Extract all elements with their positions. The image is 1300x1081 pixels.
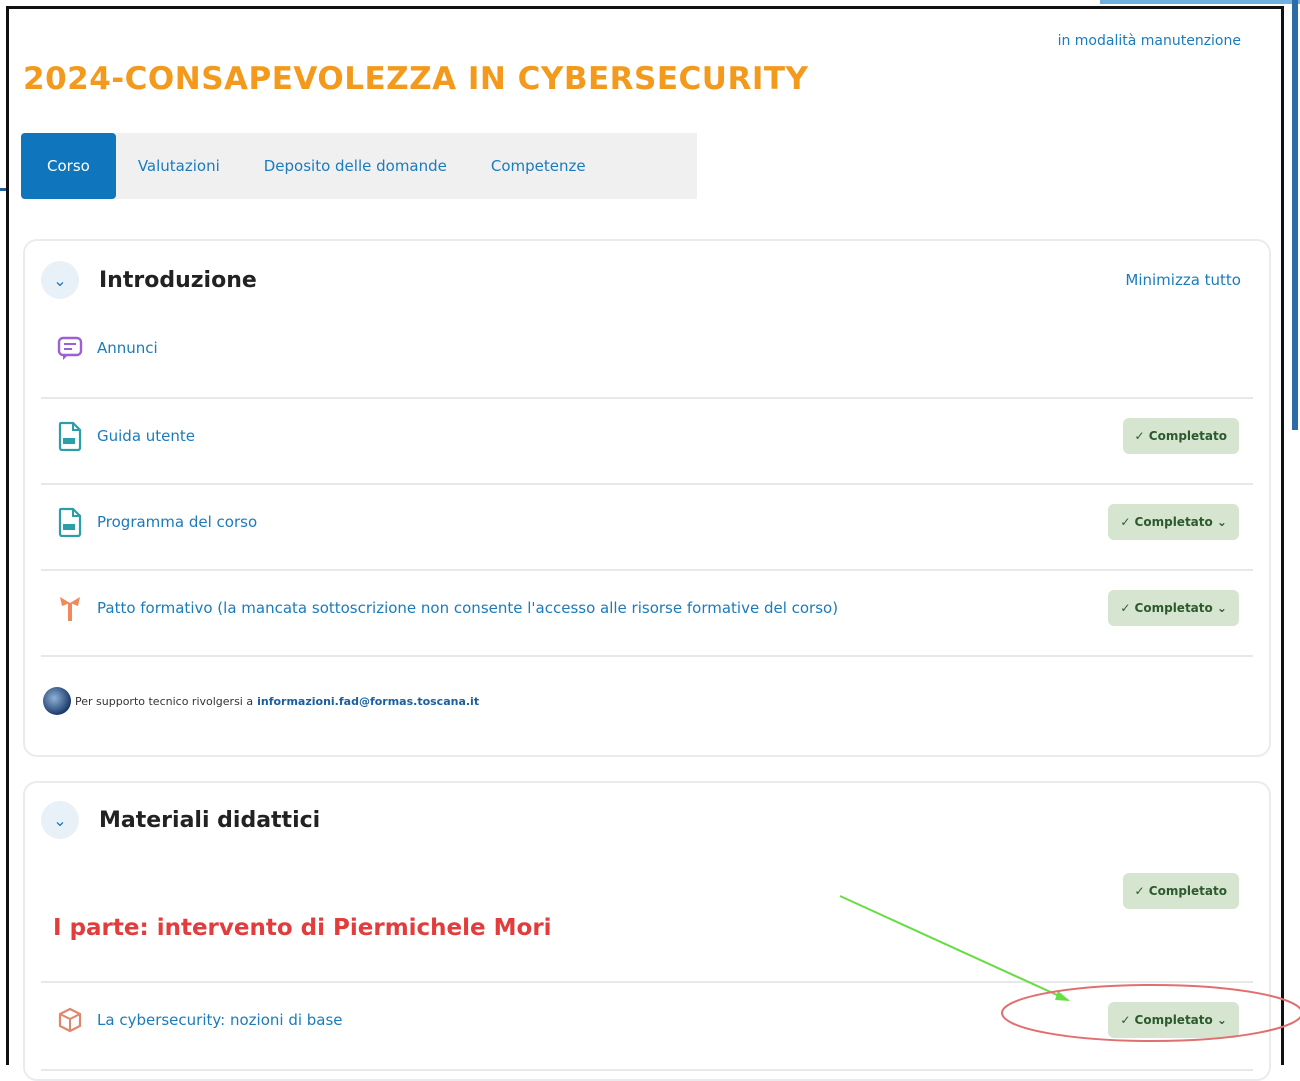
page-title: 2024-CONSAPEVOLEZZA IN CYBERSECURITY (23, 61, 809, 97)
window-edge-decoration (1292, 0, 1298, 430)
completion-dropdown[interactable]: ✓ Completato ⌄ (1108, 1002, 1239, 1038)
chevron-down-icon[interactable]: ⌄ (41, 261, 79, 299)
section-header: ⌄ Introduzione (41, 261, 257, 299)
activity-link[interactable]: Guida utente (97, 427, 195, 445)
tab-competencies[interactable]: Competenze (469, 133, 608, 199)
pdf-file-icon (55, 507, 85, 537)
window-edge-decoration (1100, 0, 1300, 4)
activity-row: Guida utente (41, 421, 1253, 451)
completion-dropdown[interactable]: ✓ Completato ⌄ (1108, 504, 1239, 540)
activity-link[interactable]: Patto formativo (la mancata sottoscrizio… (97, 599, 838, 617)
activity-row: Annunci (41, 333, 1253, 363)
activity-row: Patto formativo (la mancata sottoscrizio… (41, 593, 1253, 623)
divider (41, 397, 1253, 399)
divider (41, 483, 1253, 485)
activity-link[interactable]: Annunci (97, 339, 158, 357)
divider (41, 655, 1253, 657)
completion-dropdown[interactable]: ✓ Completato ⌄ (1108, 590, 1239, 626)
support-email-link[interactable]: informazioni.fad@formas.toscana.it (257, 695, 479, 708)
pdf-file-icon (55, 421, 85, 451)
globe-icon (43, 687, 71, 715)
support-note: Per supporto tecnico rivolgersi a inform… (43, 687, 479, 715)
package-icon (55, 1005, 85, 1035)
activity-row: Programma del corso (41, 507, 1253, 537)
feedback-icon (55, 593, 85, 623)
section-introduzione: ⌄ Introduzione Minimizza tutto Annunci G… (23, 239, 1271, 757)
tab-course[interactable]: Corso (21, 133, 116, 199)
tab-grades[interactable]: Valutazioni (116, 133, 242, 199)
activity-row: La cybersecurity: nozioni di base (41, 1005, 1253, 1035)
course-tabs: Corso Valutazioni Deposito delle domande… (21, 133, 697, 199)
completion-badge[interactable]: ✓ Completato (1122, 418, 1239, 454)
completion-badge[interactable]: ✓ Completato (1122, 873, 1239, 909)
support-text: Per supporto tecnico rivolgersi a (75, 694, 254, 708)
maintenance-note[interactable]: in modalità manutenzione (1058, 33, 1241, 49)
section-title: Introduzione (99, 267, 257, 293)
tab-question-bank[interactable]: Deposito delle domande (242, 133, 469, 199)
activity-link[interactable]: Programma del corso (97, 513, 257, 531)
divider (41, 981, 1253, 983)
section-materiali-didattici: ⌄ Materiali didattici ✓ Completato I par… (23, 781, 1271, 1081)
chevron-down-icon[interactable]: ⌄ (41, 801, 79, 839)
forum-icon (55, 333, 85, 363)
divider (41, 569, 1253, 571)
part-heading: I parte: intervento di Piermichele Mori (53, 915, 552, 941)
page-frame: in modalità manutenzione 2024-CONSAPEVOL… (6, 6, 1284, 1081)
activity-link[interactable]: La cybersecurity: nozioni di base (97, 1011, 343, 1029)
divider (41, 1069, 1253, 1071)
section-header: ⌄ Materiali didattici (41, 801, 320, 839)
collapse-all-link[interactable]: Minimizza tutto (1125, 271, 1241, 289)
section-title: Materiali didattici (99, 807, 321, 833)
